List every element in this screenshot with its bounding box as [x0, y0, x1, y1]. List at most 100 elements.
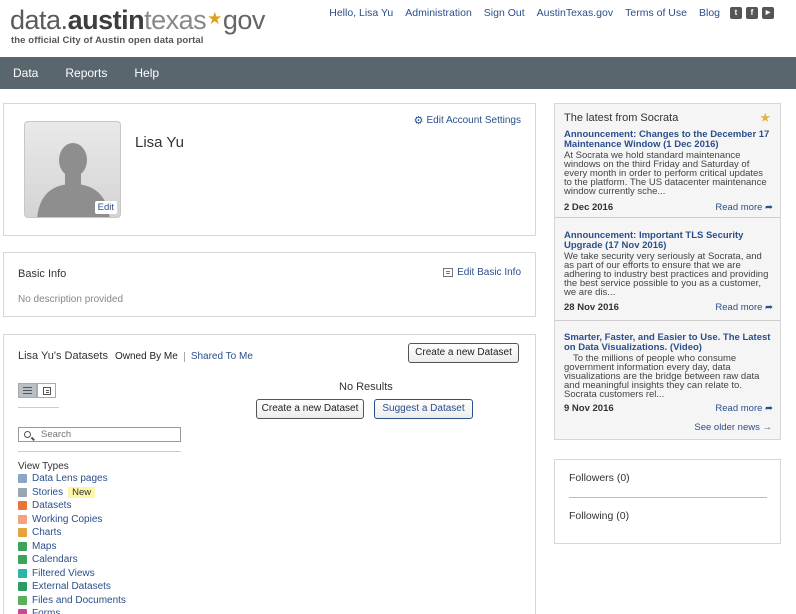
view-type-files-documents[interactable]: Files and Documents — [18, 594, 126, 608]
signout-link[interactable]: Sign Out — [484, 7, 525, 19]
basic-info-title: Basic Info — [18, 268, 67, 280]
datasets-icon — [18, 501, 27, 511]
list-view-button[interactable] — [18, 383, 37, 398]
logo-wordmark: data.austintexas★gov — [10, 3, 265, 36]
edit-account-settings-link[interactable]: ⚙ Edit Account Settings — [414, 114, 521, 127]
read-more-link[interactable]: Read more ➦ — [715, 403, 773, 414]
edit-basic-info-link[interactable]: Edit Basic Info — [443, 267, 521, 278]
maps-icon — [18, 541, 27, 551]
view-type-working-copies[interactable]: Working Copies — [18, 513, 126, 527]
view-type-forms[interactable]: Forms — [18, 607, 126, 614]
read-more-link[interactable]: Read more ➦ — [715, 202, 773, 213]
read-more-link[interactable]: Read more ➦ — [715, 302, 773, 313]
site-logo[interactable]: data.austintexas★gov the official City o… — [10, 3, 265, 46]
facebook-icon[interactable]: f — [746, 7, 758, 19]
view-type-maps[interactable]: Maps — [18, 540, 126, 554]
logo-part-austin: austin — [67, 5, 145, 35]
tab-owned-by-me[interactable]: Owned By Me — [115, 351, 178, 362]
tab-shared-to-me[interactable]: Shared To Me — [191, 351, 253, 362]
news-footer: 2 Dec 2016 Read more ➦ — [564, 202, 773, 213]
blog-link[interactable]: Blog — [699, 7, 720, 19]
basic-info-panel: Basic Info Edit Basic Info No descriptio… — [3, 252, 536, 317]
detail-view-button[interactable] — [37, 383, 56, 398]
following-count: Following (0) — [569, 510, 630, 522]
view-type-calendars[interactable]: Calendars — [18, 553, 126, 567]
list-view-icon — [23, 390, 32, 391]
view-type-external-datasets[interactable]: External Datasets — [18, 580, 126, 594]
news-footer: 9 Nov 2016 Read more ➦ — [564, 403, 773, 414]
administration-link[interactable]: Administration — [405, 7, 472, 19]
basic-info-description: No description provided — [18, 294, 124, 305]
view-type-charts[interactable]: Charts — [18, 526, 126, 540]
news-body: We take security very seriously at Socra… — [564, 251, 769, 298]
calendars-icon — [18, 555, 27, 565]
news-date: 2 Dec 2016 — [564, 202, 614, 213]
view-type-label: Calendars — [32, 554, 78, 566]
news-item: Smarter, Faster, and Easier to Use. The … — [564, 333, 773, 415]
nav-help[interactable]: Help — [134, 66, 159, 80]
nav-reports[interactable]: Reports — [65, 66, 107, 80]
view-type-label: Maps — [32, 540, 57, 552]
view-type-data-lens[interactable]: Data Lens pages — [18, 472, 126, 486]
external-datasets-icon — [18, 582, 27, 592]
news-body: To the millions of people who consume go… — [564, 353, 760, 400]
search-input[interactable] — [41, 429, 161, 440]
datasets-title: Lisa Yu's Datasets — [18, 350, 108, 362]
view-type-stories[interactable]: Stories New — [18, 486, 126, 500]
nav-data[interactable]: Data — [13, 66, 38, 80]
main-nav: Data Reports Help — [0, 57, 796, 89]
gear-icon: ⚙ — [413, 115, 424, 127]
news-title-link[interactable]: Announcement: Important TLS Security Upg… — [564, 231, 773, 251]
socrata-news-panel: The latest from Socrata ★ Announcement: … — [554, 103, 781, 440]
news-title-link[interactable]: Smarter, Faster, and Easier to Use. The … — [564, 333, 773, 353]
create-dataset-button-top[interactable]: Create a new Dataset — [408, 343, 519, 363]
avatar: Edit — [24, 121, 121, 218]
social-links: t f ▶ — [730, 7, 774, 19]
view-type-label: Stories — [32, 486, 64, 498]
avatar-edit-link[interactable]: Edit — [94, 201, 117, 214]
edit-document-icon — [443, 268, 454, 277]
see-older-news-link[interactable]: See older news → — [694, 422, 772, 433]
news-date: 9 Nov 2016 — [564, 403, 614, 414]
logo-star-icon: ★ — [207, 9, 222, 28]
view-types-list: Data Lens pages Stories New Datasets Working… — [18, 472, 126, 614]
youtube-icon[interactable]: ▶ — [762, 7, 774, 19]
view-type-label: Forms — [32, 608, 61, 614]
dataset-search[interactable] — [18, 427, 181, 442]
view-type-label: Working Copies — [32, 513, 103, 525]
twitter-icon[interactable]: t — [730, 7, 742, 19]
search-icon — [24, 431, 31, 438]
datasets-panel: Lisa Yu's Datasets Owned By Me Shared To… — [3, 334, 536, 614]
top-links: Hello, Lisa Yu Administration Sign Out A… — [317, 7, 774, 19]
news-title-link[interactable]: Announcement: Changes to the December 17… — [564, 130, 773, 150]
logo-tagline: the official City of Austin open data po… — [11, 35, 204, 46]
edit-account-settings-label: Edit Account Settings — [426, 115, 521, 126]
view-toggle — [18, 383, 56, 398]
edit-basic-info-label: Edit Basic Info — [457, 267, 521, 278]
working-copies-icon — [18, 514, 27, 524]
follow-panel: Followers (0) Following (0) — [554, 459, 781, 544]
news-item: Announcement: Changes to the December 17… — [564, 130, 773, 214]
divider — [18, 451, 181, 452]
no-results-text: No Results — [339, 381, 393, 393]
detail-view-icon — [42, 386, 51, 395]
data-lens-icon — [18, 474, 27, 484]
view-type-datasets[interactable]: Datasets — [18, 499, 126, 513]
logo-part-texas: texas — [144, 5, 207, 35]
suggest-dataset-button[interactable]: Suggest a Dataset — [374, 399, 473, 419]
profile-name: Lisa Yu — [135, 134, 184, 151]
create-dataset-button[interactable]: Create a new Dataset — [256, 399, 364, 419]
view-type-label: External Datasets — [32, 581, 111, 593]
datasets-tabs: Owned By Me Shared To Me — [115, 351, 253, 362]
news-date: 28 Nov 2016 — [564, 302, 619, 313]
charts-icon — [18, 528, 27, 538]
view-type-label: Datasets — [32, 500, 72, 512]
austintexas-link[interactable]: AustinTexas.gov — [537, 7, 613, 19]
view-type-filtered-views[interactable]: Filtered Views — [18, 567, 126, 581]
star-icon: ★ — [759, 110, 771, 125]
terms-link[interactable]: Terms of Use — [625, 7, 687, 19]
greeting-link[interactable]: Hello, Lisa Yu — [329, 7, 393, 19]
view-type-label: Data Lens pages — [32, 473, 108, 485]
view-type-label: Charts — [32, 527, 62, 539]
news-heading: The latest from Socrata — [564, 112, 679, 124]
